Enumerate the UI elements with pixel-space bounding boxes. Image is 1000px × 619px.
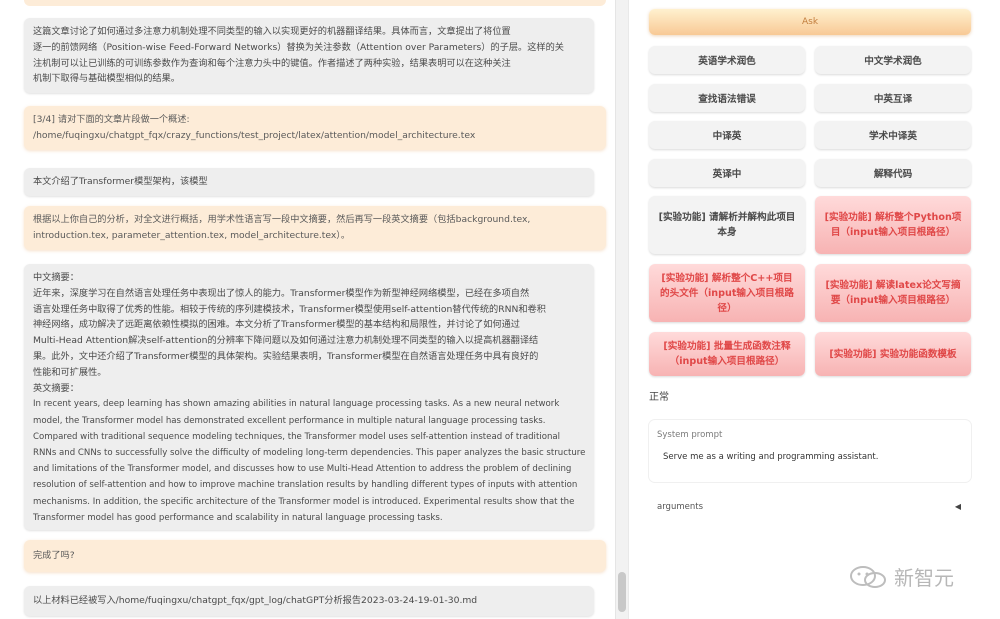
english-abstract: In recent years, deep learning has shown… (33, 396, 585, 526)
message-line: mechanisms. In addition, the specific ar… (33, 496, 575, 507)
analyze-python-project-button[interactable]: [实验功能] 解析整个Python项目（input输入项目根路径） (815, 196, 971, 254)
latex-abstract-button[interactable]: [实验功能] 解读latex论文写摘要（input输入项目根路径） (815, 264, 971, 322)
academic-chinese-polish-button[interactable]: 中文学术润色 (815, 46, 971, 74)
academic-zh-to-en-button[interactable]: 学术中译英 (815, 121, 971, 149)
message-line: and limitations of the Transformer model… (33, 464, 572, 475)
cut-off-user-message (24, 0, 606, 6)
message-line: 逐一的前馈网络（Position-wise Feed-Forward Netwo… (33, 41, 564, 53)
message-line: 机制下取得与基础模型相似的结果。 (33, 73, 180, 85)
watermark: 新智元 (848, 562, 954, 591)
user-message-3: 完成了吗? (24, 540, 606, 572)
zh-to-en-button[interactable]: 中译英 (649, 121, 805, 149)
message-line: 近年来，深度学习在自然语言处理任务中表现出了惊人的能力。Transformer模… (33, 287, 530, 299)
ask-button[interactable]: Ask (649, 9, 971, 35)
message-line: model, the Transformer model has demonst… (33, 415, 546, 426)
chat-scrollbar[interactable] (615, 0, 628, 619)
batch-comment-button[interactable]: [实验功能] 批量生成函数注释（input输入项目根路径） (649, 332, 805, 376)
arguments-accordion[interactable]: arguments ◀ (649, 498, 971, 520)
bot-message-2: 本文介绍了Transformer模型架构，该模型 (24, 168, 594, 196)
wechat-logo-icon (850, 565, 886, 588)
analyze-self-project-button[interactable]: [实验功能] 请解析并解构此项目本身 (649, 196, 805, 254)
chat-history: 这篇文章讨论了如何通过多注意力机制处理不同类型的输入以实现更好的机器翻译结果。具… (0, 0, 628, 619)
message-line: 根据以上你自己的分析，对全文进行概括，用学术性语言写一段中文摘要，然后再写一段英… (33, 214, 531, 225)
bot-message-final: 以上材料已经被写入/home/fuqingxu/chatgpt_fqx/gpt_… (24, 586, 594, 616)
message-line: 完成了吗? (33, 550, 75, 561)
en-to-zh-button[interactable]: 英译中 (649, 159, 805, 187)
message-line: Multi-Head Attention解决self-attention的分辨率… (33, 335, 539, 347)
grammar-check-button[interactable]: 查找语法错误 (649, 84, 805, 112)
message-line: resolution of self-attention and how to … (33, 480, 578, 491)
system-prompt-input[interactable]: Serve me as a writing and programming as… (657, 452, 963, 462)
collapse-arrow-icon[interactable]: ◀ (955, 502, 961, 511)
arguments-label: arguments (657, 502, 703, 512)
function-template-button[interactable]: [实验功能] 实验功能函数模板 (815, 332, 971, 376)
message-line: 本文介绍了Transformer模型架构，该模型 (33, 176, 208, 187)
user-message-2: 根据以上你自己的分析，对全文进行概括，用学术性语言写一段中文摘要，然后再写一段英… (24, 206, 606, 250)
message-line: Transformer model has good performance a… (33, 512, 443, 523)
analyze-cpp-headers-button[interactable]: [实验功能] 解析整个C++项目的头文件（input输入项目根路径） (649, 264, 805, 322)
status-text: 正常 (649, 392, 669, 403)
explain-code-button[interactable]: 解释代码 (815, 159, 971, 187)
message-line: In recent years, deep learning has shown… (33, 399, 560, 410)
message-line: introduction.tex, parameter_attention.te… (33, 229, 351, 241)
message-line: Compared with traditional sequence model… (33, 431, 561, 442)
watermark-text: 新智元 (894, 566, 954, 590)
bot-message-abstract: 中文摘要： 近年来，深度学习在自然语言处理任务中表现出了惊人的能力。Transf… (24, 264, 594, 530)
bot-message-1: 这篇文章讨论了如何通过多注意力机制处理不同类型的输入以实现更好的机器翻译结果。具… (24, 18, 594, 94)
user-message-1: [3/4] 请对下面的文章片段做一个概述: /home/fuqingxu/cha… (24, 106, 606, 150)
message-line: 以上材料已经被写入/home/fuqingxu/chatgpt_fqx/gpt_… (33, 595, 478, 606)
message-line: 注机制可以让已训练的可训练参数作为查询和每个注意力头中的键值。作者描述了两种实验… (33, 57, 511, 69)
message-line: RNNs and CNNs to successfully solve the … (33, 447, 586, 458)
system-prompt-box[interactable]: System prompt Serve me as a writing and … (649, 420, 971, 482)
system-prompt-label: System prompt (657, 430, 723, 440)
message-line: 语言处理任务中取得了优秀的性能。相较于传统的序列建模技术，Transformer… (33, 303, 546, 315)
message-line: 神经网络，成功解决了远距离依赖性模拟的困难。本文分析了Transformer模型… (33, 319, 520, 331)
scrollbar-thumb[interactable] (618, 572, 626, 612)
message-line: 性能和可扩展性。 (33, 366, 107, 378)
zh-en-translate-button[interactable]: 中英互译 (815, 84, 971, 112)
message-line: 中文摘要： (33, 272, 79, 283)
message-line: 果。此外，文中还介绍了Transformer模型的具体架构。实验结果表明，Tra… (33, 350, 539, 362)
function-panel: Ask 英语学术润色 中文学术润色 查找语法错误 中英互译 中译英 学术中译英 … (628, 0, 1000, 619)
message-line: 英文摘要： (33, 382, 79, 394)
academic-english-polish-button[interactable]: 英语学术润色 (649, 46, 805, 74)
message-line: 这篇文章讨论了如何通过多注意力机制处理不同类型的输入以实现更好的机器翻译结果。具… (33, 26, 511, 37)
message-line: [3/4] 请对下面的文章片段做一个概述: (33, 114, 190, 125)
message-line: /home/fuqingxu/chatgpt_fqx/crazy_functio… (33, 129, 476, 141)
